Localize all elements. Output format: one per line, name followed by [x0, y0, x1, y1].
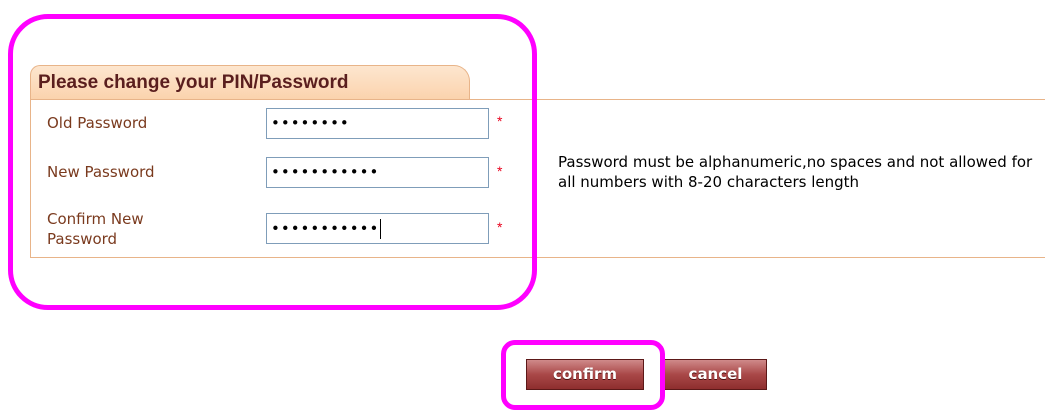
password-rules-hint: Password must be alphanumeric,no spaces …: [558, 153, 1033, 191]
confirm-password-value: •••••••••••: [271, 219, 382, 239]
old-password-label: Old Password: [47, 114, 148, 132]
new-password-input[interactable]: •••••••••••: [266, 157, 489, 188]
confirm-password-input[interactable]: •••••••••••: [266, 213, 489, 244]
section-divider-bottom: [30, 257, 1045, 258]
form-title: Please change your PIN/Password: [38, 72, 349, 93]
text-cursor: [380, 219, 382, 239]
new-password-label: New Password: [47, 163, 155, 181]
section-divider-top: [30, 99, 1045, 100]
new-password-required-mark: *: [497, 163, 503, 179]
old-password-value: ••••••••: [271, 114, 350, 132]
confirm-password-label: Confirm New Password: [47, 210, 144, 248]
old-password-input[interactable]: ••••••••: [266, 108, 489, 139]
cancel-button[interactable]: cancel: [664, 359, 767, 390]
confirm-button[interactable]: confirm: [526, 359, 644, 390]
section-divider-left: [30, 99, 31, 258]
section-tab: Please change your PIN/Password: [30, 65, 470, 99]
new-password-value: •••••••••••: [271, 163, 380, 181]
old-password-required-mark: *: [497, 113, 503, 129]
confirm-password-required-mark: *: [497, 219, 503, 235]
